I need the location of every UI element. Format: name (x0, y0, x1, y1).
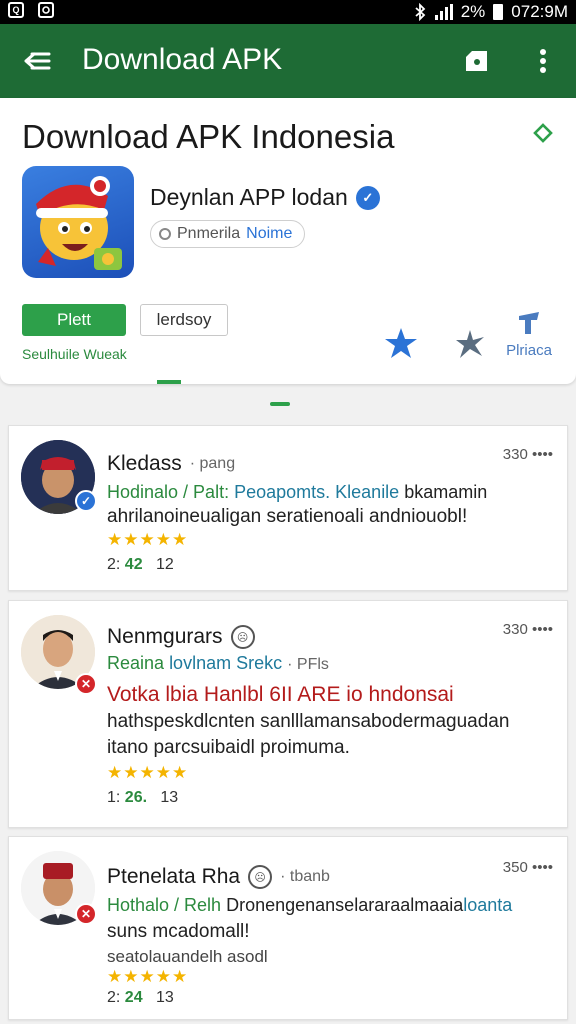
stat-c: 13 (160, 789, 179, 806)
reviewer-name: Kledass · pang (107, 452, 235, 476)
review-action[interactable]: Plriaca (502, 310, 556, 366)
app-icon (22, 166, 134, 278)
subtitle-green: Reaina (107, 653, 165, 673)
back-arrow-icon[interactable] (22, 46, 52, 76)
flag-user-icon: ✕ (75, 673, 97, 695)
stat-a: 2: (107, 556, 121, 573)
verified-badge-icon: ✓ (355, 185, 380, 210)
reviewer-meta: · pang (189, 455, 236, 472)
install-button[interactable]: Plett (22, 304, 126, 336)
subtitle-mid: Dronengenanselararaalmaaia (226, 895, 464, 915)
review-card: ✕ Nenmgurars ☹ 330 •••• Reaina lovlnam S… (8, 600, 568, 828)
review-card: ✓ Kledass · pang 330 •••• Hodinalo / Pal… (8, 425, 568, 591)
subtitle-green: Hodinalo / Palt: (107, 482, 230, 502)
review-text-line-2: seatolauandelh asodl (107, 947, 268, 966)
subtitle-rest: · PFls (287, 656, 329, 673)
review-stats: 1: 26. 13 (107, 789, 178, 807)
store-icon[interactable] (463, 49, 491, 73)
review-text-line-1: suns mcadomall! (107, 921, 250, 942)
battery-icon (493, 4, 504, 20)
section-divider (270, 402, 290, 406)
review-subtitle: Hothalo / Relh Dronengenanselararaalmaai… (107, 895, 512, 916)
notification-icon: Q (8, 2, 24, 18)
bluetooth-icon (415, 3, 426, 21)
reviewer-name-text: Ptenelata Rha (107, 865, 241, 888)
rating-stars: ★★★★★ (107, 967, 189, 986)
star-rate-icon[interactable] (383, 326, 419, 360)
flag-user-icon: ✕ (75, 903, 97, 925)
review-text-line-1: hathspeskdlcnten sanlllamansabodermaguad… (107, 711, 510, 732)
app-name: Deynlan APP lodan ✓ (150, 184, 380, 211)
review-time-menu[interactable]: 330 •••• (503, 621, 553, 638)
stat-a: 1: (107, 789, 121, 806)
stat-b: 26. (124, 789, 148, 806)
subtitle-blue: loanta (463, 895, 513, 915)
review-time-menu[interactable]: 330 •••• (503, 446, 553, 463)
app-bar-title: Download APK (82, 43, 283, 76)
subtitle-blue: lovlnam Srekc (169, 653, 283, 673)
more-vert-icon[interactable] (532, 46, 554, 76)
subtitle-blue: Peoapomts. Kleanile (234, 482, 400, 502)
review-subtitle: Hodinalo / Palt: Peoapomts. Kleanile bka… (107, 482, 487, 503)
tab-indicator (157, 380, 181, 384)
page-title: Download APK Indonesia (22, 118, 395, 155)
review-time-menu[interactable]: 350 •••• (503, 859, 553, 876)
stat-a: 2: (107, 989, 121, 1006)
reviewer-name: Nenmgurars ☹ (107, 625, 255, 649)
review-highlight: Votka lbia Hanlbl 6II ARE io hndonsai (107, 683, 454, 706)
review-subtitle: Reaina lovlnam Srekc · PFls (107, 653, 329, 674)
review-text: ahrilanoineualigan seratienoali andniouo… (107, 506, 468, 527)
status-bar: Q 2% 072:9M (0, 0, 576, 24)
category-label: Pnmerila (177, 225, 241, 242)
review-text-line-2: itano parcsuibaidl proimuma. (107, 737, 350, 758)
review-action-label: Plriaca (506, 342, 552, 359)
stat-c: 12 (155, 556, 174, 573)
stat-c: 13 (155, 989, 174, 1006)
verified-user-icon: ✓ (75, 490, 97, 512)
review-icon (519, 312, 539, 334)
reviewer-name-text: Kledass (107, 452, 182, 475)
subtitle-green: Hothalo / Relh (107, 895, 222, 915)
review-card: ✕ Ptenelata Rha ☹ · tbanb 350 •••• Hotha… (8, 836, 568, 1020)
review-stats: 2: 24 13 (107, 989, 174, 1007)
reviewer-meta: · tbanb (280, 868, 330, 885)
clock: 072:9M (511, 2, 568, 21)
reviewer-name-text: Nenmgurars (107, 625, 223, 648)
stat-b: 42 (124, 556, 143, 573)
category-chip[interactable]: Pnmerila Noime (150, 220, 306, 248)
signal-icon (434, 4, 453, 20)
reviewer-name: Ptenelata Rha ☹ · tbanb (107, 865, 330, 889)
tag-icon[interactable] (532, 122, 554, 144)
app-notification-icon (38, 2, 54, 18)
app-bar: Download APK (0, 24, 576, 98)
category-accent: Noime (246, 225, 293, 242)
secondary-button[interactable]: lerdsoy (140, 304, 228, 336)
sad-face-icon: ☹ (230, 625, 255, 649)
app-name-text: Deynlan APP lodan (150, 184, 348, 210)
chip-icon (159, 228, 171, 240)
sad-face-icon: ☹ (248, 865, 273, 889)
stat-b: 24 (124, 989, 143, 1006)
rating-stars: ★★★★★ (107, 530, 189, 549)
review-stats: 2: 42 12 (107, 556, 174, 574)
subtitle-rest: bkamamin (404, 482, 488, 502)
app-header-card: Download APK Indonesia Deynlan APP lodan… (0, 98, 576, 384)
burst-share-icon[interactable] (454, 328, 486, 360)
rating-stars: ★★★★★ (107, 763, 189, 782)
schedule-link[interactable]: Seulhuile Wueak (22, 346, 127, 362)
battery-percent: 2% (460, 2, 486, 21)
